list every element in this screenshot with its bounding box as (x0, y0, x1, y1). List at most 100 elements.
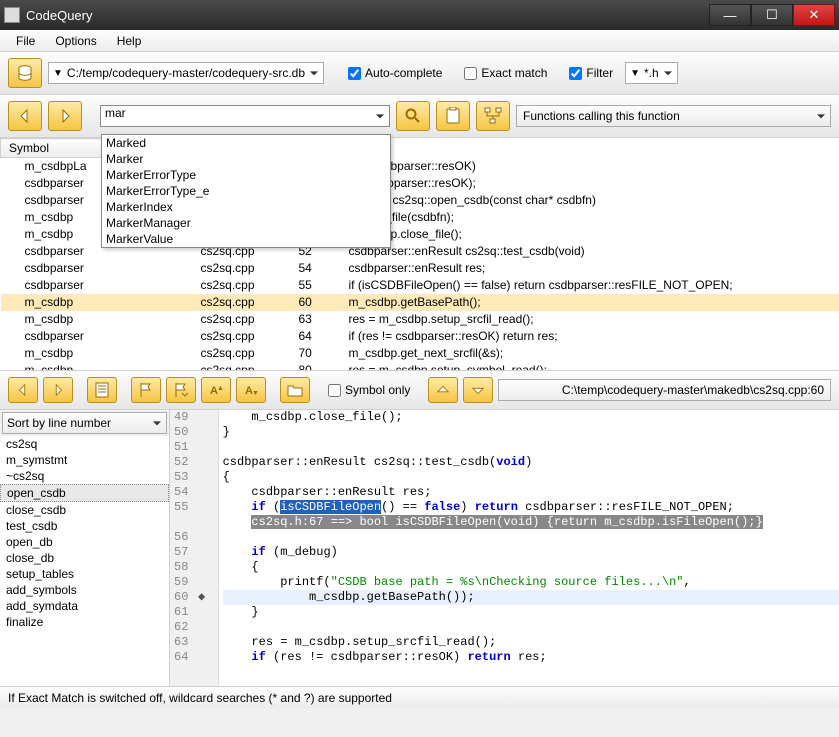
code-editor[interactable]: 49 50 51 52 53 54 55 56 57 58 59 60 ◆61 … (170, 410, 839, 686)
filter-checkbox[interactable] (569, 67, 582, 80)
search-input[interactable] (105, 106, 371, 120)
code-line[interactable]: csdbparser::enResult cs2sq::test_csdb(vo… (223, 455, 839, 470)
page-button[interactable] (87, 377, 117, 403)
cell-preview: if (res != csdbparser::resOK) return res… (341, 328, 839, 345)
cell-line: 60 (291, 294, 341, 311)
code-line[interactable]: res = m_csdbp.setup_srcfil_read(); (223, 635, 839, 650)
maximize-button[interactable]: ☐ (751, 4, 793, 26)
nav-back-button[interactable] (8, 101, 42, 131)
gutter-line: 52 (174, 455, 214, 470)
code-line[interactable]: } (223, 425, 839, 440)
function-list-item[interactable]: open_csdb (0, 484, 169, 502)
function-list-item[interactable]: test_csdb (0, 518, 169, 534)
next-result-button[interactable] (463, 377, 493, 403)
code-line[interactable]: m_csdbp.getBasePath()); (223, 590, 839, 605)
open-file-button[interactable] (280, 377, 310, 403)
code-line[interactable] (223, 530, 839, 545)
code-line[interactable]: } (223, 605, 839, 620)
code-line[interactable]: m_csdbp.close_file(); (223, 410, 839, 425)
exactmatch-checkbox-group[interactable]: Exact match (464, 66, 547, 80)
symbol-only-checkbox[interactable] (328, 384, 341, 397)
arrow-right-icon (57, 108, 73, 124)
code-line[interactable]: { (223, 560, 839, 575)
db-path-combo[interactable]: ▼ C:/temp/codequery-master/codequery-src… (48, 62, 324, 84)
code-line[interactable] (223, 620, 839, 635)
menu-help[interactable]: Help (107, 32, 152, 50)
gutter-line: 51 (174, 440, 214, 455)
code-body[interactable]: m_csdbp.close_file();}csdbparser::enResu… (219, 410, 839, 686)
code-line[interactable]: if (m_debug) (223, 545, 839, 560)
code-line[interactable]: csdbparser::enResult res; (223, 485, 839, 500)
nav-forward-button[interactable] (48, 101, 82, 131)
cell-preview: res = m_csdbp.setup_symbol_read(); (341, 362, 839, 371)
function-list-item[interactable]: finalize (0, 614, 169, 630)
table-row[interactable]: csdbparsercs2sq.cpp54csdbparser::enResul… (1, 260, 839, 277)
flag-button[interactable] (131, 377, 161, 403)
sort-combo[interactable]: Sort by line number (2, 412, 167, 434)
function-list-item[interactable]: setup_tables (0, 566, 169, 582)
window-title: CodeQuery (26, 8, 709, 23)
query-type-combo[interactable]: Functions calling this function (516, 105, 831, 127)
gutter-line: 53 (174, 470, 214, 485)
cell-file: cs2sq.cpp (191, 294, 291, 311)
cell-symbol: m_csdbp (1, 345, 191, 362)
menu-options[interactable]: Options (45, 32, 106, 50)
autocomplete-checkbox-group[interactable]: Auto-complete (348, 66, 442, 80)
code-line[interactable]: if (res != csdbparser::resOK) return res… (223, 650, 839, 665)
autocomplete-item[interactable]: MarkerManager (102, 215, 390, 231)
graph-button[interactable] (476, 101, 510, 131)
table-row[interactable]: m_csdbpcs2sq.cpp80res = m_csdbp.setup_sy… (1, 362, 839, 371)
function-list-item[interactable]: close_db (0, 550, 169, 566)
close-button[interactable]: ✕ (793, 4, 835, 26)
autocomplete-item[interactable]: MarkerErrorType_e (102, 183, 390, 199)
function-list-item[interactable]: m_symstmt (0, 452, 169, 468)
function-list-item[interactable]: add_symbols (0, 582, 169, 598)
exactmatch-checkbox[interactable] (464, 67, 477, 80)
symbol-only-checkbox-group[interactable]: Symbol only (328, 383, 410, 397)
function-list-item[interactable]: ~cs2sq (0, 468, 169, 484)
arrow-up-icon (436, 383, 450, 397)
menu-file[interactable]: File (6, 32, 45, 50)
table-row[interactable]: m_csdbpcs2sq.cpp63res = m_csdbp.setup_sr… (1, 311, 839, 328)
prev-result-button[interactable] (428, 377, 458, 403)
table-row[interactable]: csdbparsercs2sq.cpp64if (res != csdbpars… (1, 328, 839, 345)
database-button[interactable] (8, 58, 42, 88)
font-bigger-button[interactable]: A▲ (201, 377, 231, 403)
cell-line: 64 (291, 328, 341, 345)
paste-button[interactable] (436, 101, 470, 131)
code-line[interactable]: if (isCSDBFileOpen() == false) return cs… (223, 500, 839, 515)
code-line[interactable]: { (223, 470, 839, 485)
table-row[interactable]: m_csdbpcs2sq.cpp70m_csdbp.get_next_srcfi… (1, 345, 839, 362)
code-line[interactable] (223, 440, 839, 455)
autocomplete-label: Auto-complete (365, 66, 442, 80)
autocomplete-item[interactable]: MarkerIndex (102, 199, 390, 215)
table-row[interactable]: m_csdbpcs2sq.cpp60m_csdbp.getBasePath(); (1, 294, 839, 311)
filter-pattern-combo[interactable]: ▼ *.h (625, 62, 678, 84)
filter-checkbox-group[interactable]: Filter (569, 66, 613, 80)
function-list-item[interactable]: add_symdata (0, 598, 169, 614)
function-list-item[interactable]: cs2sq (0, 436, 169, 452)
function-list[interactable]: cs2sqm_symstmt~cs2sqopen_csdbclose_csdbt… (0, 436, 169, 686)
gutter-line: 55 (174, 500, 214, 515)
code-forward-button[interactable] (43, 377, 73, 403)
code-back-button[interactable] (8, 377, 38, 403)
function-list-item[interactable]: close_csdb (0, 502, 169, 518)
flag-with-arrow-button[interactable] (166, 377, 196, 403)
function-list-item[interactable]: open_db (0, 534, 169, 550)
table-row[interactable]: csdbparsercs2sq.cpp55if (isCSDBFileOpen(… (1, 277, 839, 294)
autocomplete-item[interactable]: MarkerErrorType (102, 167, 390, 183)
code-line[interactable]: printf("CSDB base path = %s\nChecking so… (223, 575, 839, 590)
autocomplete-item[interactable]: Marked (102, 135, 390, 151)
font-smaller-button[interactable]: A▼ (236, 377, 266, 403)
autocomplete-checkbox[interactable] (348, 67, 361, 80)
toolbar-search: MarkedMarkerMarkerErrorTypeMarkerErrorTy… (0, 95, 839, 138)
autocomplete-item[interactable]: Marker (102, 151, 390, 167)
db-path-prefix: ▼ (53, 68, 63, 79)
titlebar: CodeQuery — ☐ ✕ (0, 0, 839, 30)
cell-symbol: csdbparser (1, 277, 191, 294)
search-button[interactable] (396, 101, 430, 131)
minimize-button[interactable]: — (709, 4, 751, 26)
autocomplete-item[interactable]: MarkerValue (102, 231, 390, 247)
search-input-wrap[interactable]: MarkedMarkerMarkerErrorTypeMarkerErrorTy… (100, 105, 390, 127)
code-line[interactable]: cs2sq.h:67 ==> bool isCSDBFileOpen(void)… (223, 515, 839, 530)
